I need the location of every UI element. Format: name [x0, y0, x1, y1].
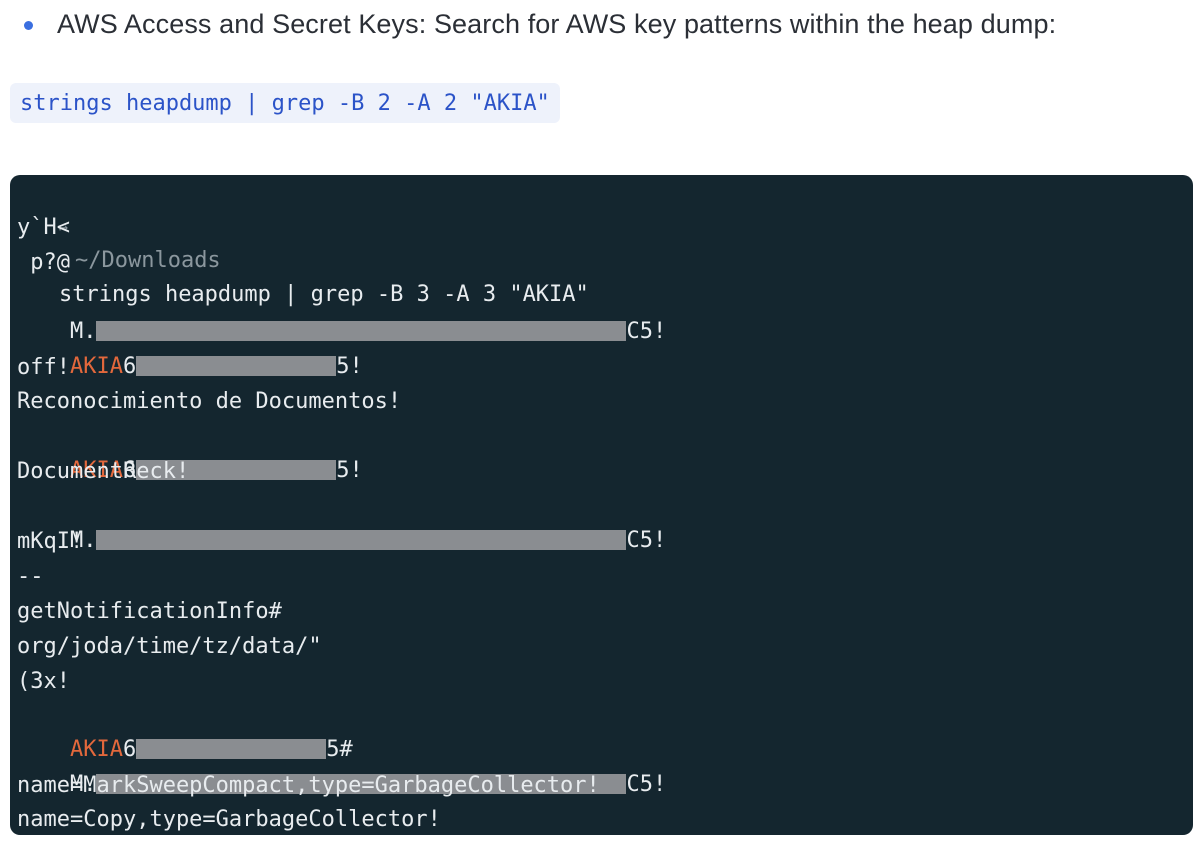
terminal-line: --	[17, 564, 44, 589]
line-suffix: C5!	[626, 772, 667, 797]
terminal-line: M. C5!	[17, 281, 666, 344]
prompt-path: ~/Downloads	[74, 248, 221, 273]
terminal-line: p?@	[17, 250, 70, 275]
terminal-line: name=MarkSweepCompact,type=GarbageCollec…	[17, 773, 600, 798]
terminal-line: y`H<	[17, 215, 70, 240]
terminal-line: mKqI!	[17, 529, 84, 554]
terminal-command-line: ↦ ~/Downloads strings heapdump | grep -B…	[10, 176, 589, 307]
line-suffix: C5!	[626, 528, 667, 553]
terminal-line: AKIA6 5!	[17, 420, 363, 483]
terminal-line: org/joda/time/tz/data/"	[17, 634, 322, 659]
akia-match: AKIA	[69, 354, 123, 379]
code-snippet[interactable]: strings heapdump | grep -B 2 -A 2 "AKIA"	[10, 83, 560, 123]
bullet-dot-icon	[24, 20, 33, 30]
redaction-bar	[136, 356, 337, 376]
terminal-line: name=Copy,type=GarbageCollector!	[17, 807, 441, 832]
line-mid: 6	[122, 354, 137, 379]
terminal-line: M. C5!	[17, 734, 666, 797]
line-suffix: C5!	[626, 319, 667, 344]
terminal-line: DocumentReck!	[17, 459, 190, 484]
terminal-line: Reconocimiento de Documentos!	[17, 389, 402, 414]
terminal-line: AKIA6 5#	[17, 699, 353, 762]
terminal-line: (3x!	[17, 669, 70, 694]
terminal-line: off!	[17, 355, 70, 380]
bullet-text: AWS Access and Secret Keys: Search for A…	[57, 8, 1057, 39]
terminal-line: getNotificationInfo#	[17, 599, 282, 624]
code-snippet-text: strings heapdump | grep -B 2 -A 2 "AKIA"	[20, 90, 550, 116]
redaction-bar	[96, 530, 627, 550]
line-suffix: 5!	[336, 354, 363, 379]
bullet-item: AWS Access and Secret Keys: Search for A…	[24, 4, 1056, 44]
line-suffix: 5!	[336, 458, 363, 483]
terminal-line: M. C5!	[17, 490, 666, 553]
terminal-line: AKIA6 5!	[17, 316, 363, 379]
terminal-screenshot: ↦ ~/Downloads strings heapdump | grep -B…	[10, 175, 1193, 835]
